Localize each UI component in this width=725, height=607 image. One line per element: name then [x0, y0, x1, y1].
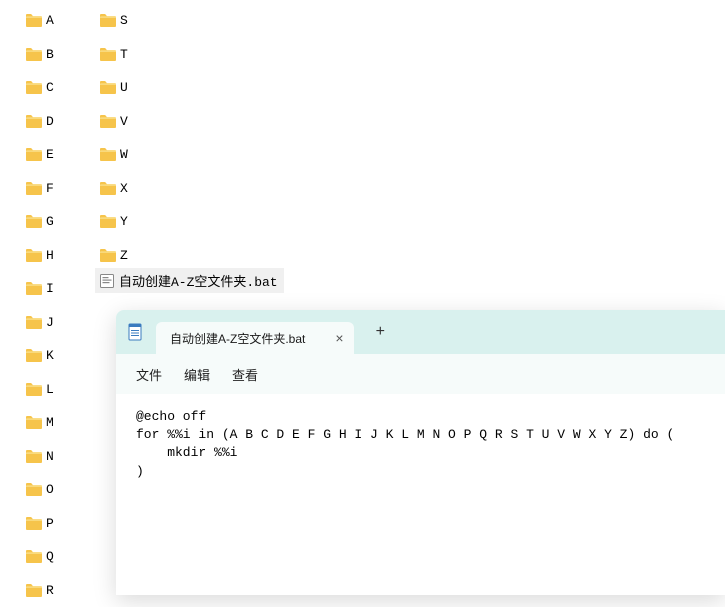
folder-item[interactable]: X: [100, 172, 128, 206]
editor-text-area[interactable]: @echo off for %%i in (A B C D E F G H I …: [116, 394, 725, 495]
folder-icon: [26, 48, 42, 61]
editor-window: 自动创建A-Z空文件夹.bat × + 文件 编辑 查看 @echo off f…: [116, 310, 725, 595]
folder-item[interactable]: Q: [26, 540, 54, 574]
folder-item[interactable]: B: [26, 38, 54, 72]
bat-file-item[interactable]: 自动创建A-Z空文件夹.bat: [95, 268, 284, 293]
folder-icon: [26, 14, 42, 27]
folder-icon: [26, 316, 42, 329]
close-icon[interactable]: ×: [335, 331, 343, 345]
folder-label: J: [46, 315, 54, 330]
folder-item[interactable]: W: [100, 138, 128, 172]
folder-item[interactable]: I: [26, 272, 54, 306]
folder-label: Z: [120, 248, 128, 263]
folder-column-2: S T U V W X Y Z: [100, 4, 128, 272]
folder-item[interactable]: H: [26, 239, 54, 273]
folder-label: A: [46, 13, 54, 28]
folder-label: H: [46, 248, 54, 263]
editor-titlebar: 自动创建A-Z空文件夹.bat × +: [116, 310, 725, 354]
folder-item[interactable]: R: [26, 574, 54, 607]
folder-item[interactable]: M: [26, 406, 54, 440]
folder-icon: [100, 148, 116, 161]
bat-file-label: 自动创建A-Z空文件夹.bat: [119, 271, 278, 290]
folder-item[interactable]: L: [26, 373, 54, 407]
folder-icon: [100, 182, 116, 195]
menu-edit[interactable]: 编辑: [184, 365, 210, 384]
editor-tab[interactable]: 自动创建A-Z空文件夹.bat ×: [156, 322, 354, 354]
folder-label: B: [46, 47, 54, 62]
notepad-icon: [126, 323, 144, 341]
folder-label: K: [46, 348, 54, 363]
folder-item[interactable]: U: [100, 71, 128, 105]
folder-icon: [26, 282, 42, 295]
folder-icon: [26, 416, 42, 429]
folder-icon: [100, 14, 116, 27]
folder-label: R: [46, 583, 54, 598]
tab-title: 自动创建A-Z空文件夹.bat: [170, 330, 305, 347]
folder-icon: [26, 483, 42, 496]
folder-label: P: [46, 516, 54, 531]
folder-label: X: [120, 181, 128, 196]
folder-item[interactable]: P: [26, 507, 54, 541]
editor-menubar: 文件 编辑 查看: [116, 354, 725, 394]
folder-label: T: [120, 47, 128, 62]
folder-label: M: [46, 415, 54, 430]
menu-view[interactable]: 查看: [232, 365, 258, 384]
folder-icon: [100, 115, 116, 128]
folder-icon: [100, 48, 116, 61]
folder-icon: [26, 383, 42, 396]
folder-icon: [26, 182, 42, 195]
folder-icon: [26, 81, 42, 94]
folder-icon: [26, 115, 42, 128]
folder-label: F: [46, 181, 54, 196]
folder-item[interactable]: F: [26, 172, 54, 206]
folder-icon: [26, 215, 42, 228]
folder-item[interactable]: N: [26, 440, 54, 474]
folder-column-1: A B C D E F G H I J K L M N O P Q R: [26, 4, 54, 607]
folder-item[interactable]: S: [100, 4, 128, 38]
folder-label: D: [46, 114, 54, 129]
folder-icon: [100, 249, 116, 262]
folder-item[interactable]: O: [26, 473, 54, 507]
bat-file-icon: [99, 273, 115, 289]
folder-item[interactable]: V: [100, 105, 128, 139]
folder-item[interactable]: Z: [100, 239, 128, 273]
folder-item[interactable]: Y: [100, 205, 128, 239]
folder-label: Y: [120, 214, 128, 229]
folder-icon: [26, 550, 42, 563]
folder-item[interactable]: A: [26, 4, 54, 38]
folder-icon: [26, 249, 42, 262]
folder-label: W: [120, 147, 128, 162]
folder-label: U: [120, 80, 128, 95]
folder-label: L: [46, 382, 54, 397]
menu-file[interactable]: 文件: [136, 365, 162, 384]
folder-label: I: [46, 281, 54, 296]
folder-item[interactable]: D: [26, 105, 54, 139]
folder-label: V: [120, 114, 128, 129]
folder-icon: [100, 215, 116, 228]
folder-icon: [100, 81, 116, 94]
folder-item[interactable]: C: [26, 71, 54, 105]
folder-label: O: [46, 482, 54, 497]
folder-label: Q: [46, 549, 54, 564]
folder-item[interactable]: E: [26, 138, 54, 172]
folder-item[interactable]: T: [100, 38, 128, 72]
folder-icon: [26, 349, 42, 362]
folder-icon: [26, 450, 42, 463]
folder-item[interactable]: J: [26, 306, 54, 340]
folder-item[interactable]: G: [26, 205, 54, 239]
folder-label: S: [120, 13, 128, 28]
folder-icon: [26, 148, 42, 161]
folder-label: G: [46, 214, 54, 229]
folder-label: C: [46, 80, 54, 95]
new-tab-button[interactable]: +: [376, 323, 386, 341]
folder-item[interactable]: K: [26, 339, 54, 373]
folder-label: E: [46, 147, 54, 162]
folder-icon: [26, 517, 42, 530]
folder-label: N: [46, 449, 54, 464]
